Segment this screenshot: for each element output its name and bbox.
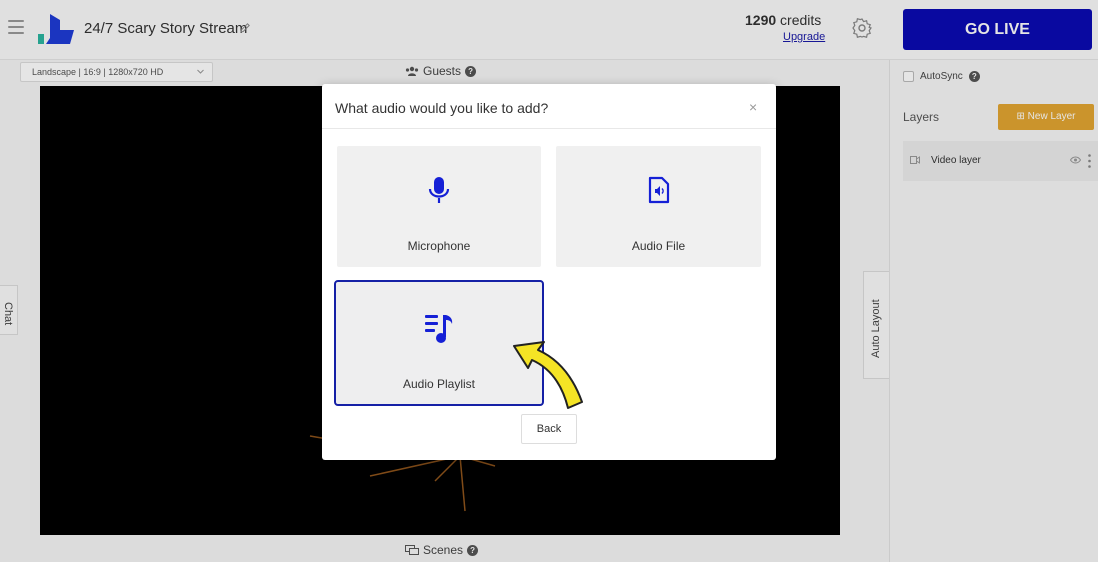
microphone-icon (428, 177, 450, 203)
modal-header: What audio would you like to add? × (322, 84, 776, 129)
modal-title: What audio would you like to add? (335, 100, 549, 116)
playlist-icon (425, 315, 453, 343)
audio-file-label: Audio File (631, 239, 686, 253)
audio-file-option[interactable]: Audio File (556, 146, 761, 267)
pointer-arrow-icon (513, 341, 583, 409)
back-button[interactable]: Back (521, 414, 577, 444)
close-icon[interactable]: × (749, 99, 757, 115)
microphone-option[interactable]: Microphone (337, 146, 541, 267)
microphone-label: Microphone (407, 239, 471, 253)
audio-file-icon (648, 176, 670, 204)
